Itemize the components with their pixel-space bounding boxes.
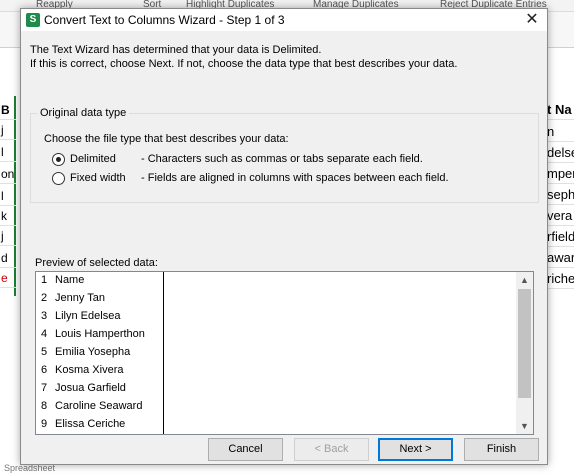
dialog-title: Convert Text to Columns Wizard - Step 1 … bbox=[44, 13, 285, 27]
sheet-cell[interactable]: d bbox=[0, 248, 16, 268]
next-button[interactable]: Next > bbox=[378, 438, 453, 461]
file-type-prompt: Choose the file type that best describes… bbox=[44, 133, 289, 145]
row-number: 6 bbox=[41, 364, 48, 376]
sheet-cell[interactable]: n bbox=[546, 122, 574, 142]
row-number: 5 bbox=[41, 346, 48, 358]
sheet-cell[interactable]: seph bbox=[546, 185, 574, 205]
scroll-thumb[interactable] bbox=[518, 289, 531, 398]
original-data-type-legend: Original data type bbox=[37, 107, 130, 119]
sheet-cell[interactable]: j bbox=[0, 120, 16, 140]
row-value: Jenny Tan bbox=[55, 292, 105, 304]
data-preview[interactable]: 1 Name 2 Jenny Tan 3 Lilyn Edelsea 4 Lou… bbox=[35, 271, 534, 435]
row-value: Josua Garfield bbox=[55, 382, 126, 394]
preview-scrollbar[interactable]: ▲ ▼ bbox=[516, 272, 533, 434]
preview-row: 7 Josua Garfield bbox=[36, 380, 516, 398]
row-value: Emilia Yosepha bbox=[55, 346, 131, 358]
close-button[interactable]: ✕ bbox=[521, 11, 543, 29]
finish-button[interactable]: Finish bbox=[464, 438, 539, 461]
scroll-up-icon[interactable]: ▲ bbox=[516, 272, 533, 288]
back-button[interactable]: < Back bbox=[294, 438, 369, 461]
row-value: Kosma Xivera bbox=[55, 364, 124, 376]
intro-line-2: If this is correct, choose Next. If not,… bbox=[30, 58, 458, 70]
row-value: Name bbox=[55, 274, 85, 286]
sheet-cell[interactable]: k bbox=[0, 206, 16, 226]
sheet-cell[interactable]: awar bbox=[546, 248, 574, 268]
scroll-down-icon[interactable]: ▼ bbox=[516, 418, 533, 434]
delimited-description: - Characters such as commas or tabs sepa… bbox=[141, 153, 423, 165]
row-value: Lilyn Edelsea bbox=[55, 310, 121, 322]
sheet-cell[interactable]: mper bbox=[546, 164, 574, 184]
sheet-cell[interactable]: delsea bbox=[546, 143, 574, 163]
sheet-cell[interactable]: e bbox=[0, 268, 16, 288]
sheet-cell[interactable]: riche bbox=[546, 269, 574, 289]
intro-line-1: The Text Wizard has determined that your… bbox=[30, 44, 322, 56]
fixed-width-option[interactable]: Fixed width - Fields are aligned in colu… bbox=[52, 171, 502, 187]
fixed-width-label[interactable]: Fixed width bbox=[70, 172, 126, 184]
preview-row: 5 Emilia Yosepha bbox=[36, 344, 516, 362]
row-value: Elissa Ceriche bbox=[55, 418, 126, 430]
preview-row: 8 Caroline Seaward bbox=[36, 398, 516, 416]
sheet-cell[interactable]: on bbox=[0, 164, 16, 184]
row-number: 3 bbox=[41, 310, 48, 322]
row-value: Louis Hamperthon bbox=[55, 328, 145, 340]
delimited-label[interactable]: Delimited bbox=[70, 153, 116, 165]
row-number: 2 bbox=[41, 292, 48, 304]
preview-row: 9 Elissa Ceriche bbox=[36, 416, 516, 434]
intro-text: The Text Wizard has determined that your… bbox=[30, 43, 540, 71]
row-number: 9 bbox=[41, 418, 48, 430]
delimited-option[interactable]: Delimited - Characters such as commas or… bbox=[52, 152, 502, 168]
preview-row: 3 Lilyn Edelsea bbox=[36, 308, 516, 326]
sheet-cell[interactable]: B bbox=[0, 100, 16, 120]
sheet-cell[interactable]: t Na bbox=[546, 100, 574, 120]
sheet-cell[interactable]: vera bbox=[546, 206, 574, 226]
fixed-width-radio[interactable] bbox=[52, 172, 65, 185]
preview-row: 2 Jenny Tan bbox=[36, 290, 516, 308]
preview-row: 1 Name bbox=[36, 272, 516, 290]
row-number: 7 bbox=[41, 382, 48, 394]
text-to-columns-dialog: S Convert Text to Columns Wizard - Step … bbox=[20, 8, 548, 465]
delimited-radio[interactable] bbox=[52, 153, 65, 166]
sheet-cell[interactable]: l bbox=[0, 142, 16, 162]
preview-row: 4 Louis Hamperthon bbox=[36, 326, 516, 344]
dialog-titlebar[interactable]: S Convert Text to Columns Wizard - Step … bbox=[21, 9, 547, 31]
row-value: Caroline Seaward bbox=[55, 400, 143, 412]
preview-row: 6 Kosma Xivera bbox=[36, 362, 516, 380]
spreadsheet-app-icon: S bbox=[26, 13, 40, 27]
row-number: 1 bbox=[41, 274, 48, 286]
fixed-width-description: - Fields are aligned in columns with spa… bbox=[141, 172, 449, 184]
preview-label: Preview of selected data: bbox=[35, 257, 158, 269]
sheet-cell[interactable]: l bbox=[0, 186, 16, 206]
row-number: 4 bbox=[41, 328, 48, 340]
sheet-cell[interactable]: rfield bbox=[546, 227, 574, 247]
cancel-button[interactable]: Cancel bbox=[208, 438, 283, 461]
row-number: 8 bbox=[41, 400, 48, 412]
sheet-cell[interactable]: j bbox=[0, 226, 16, 246]
